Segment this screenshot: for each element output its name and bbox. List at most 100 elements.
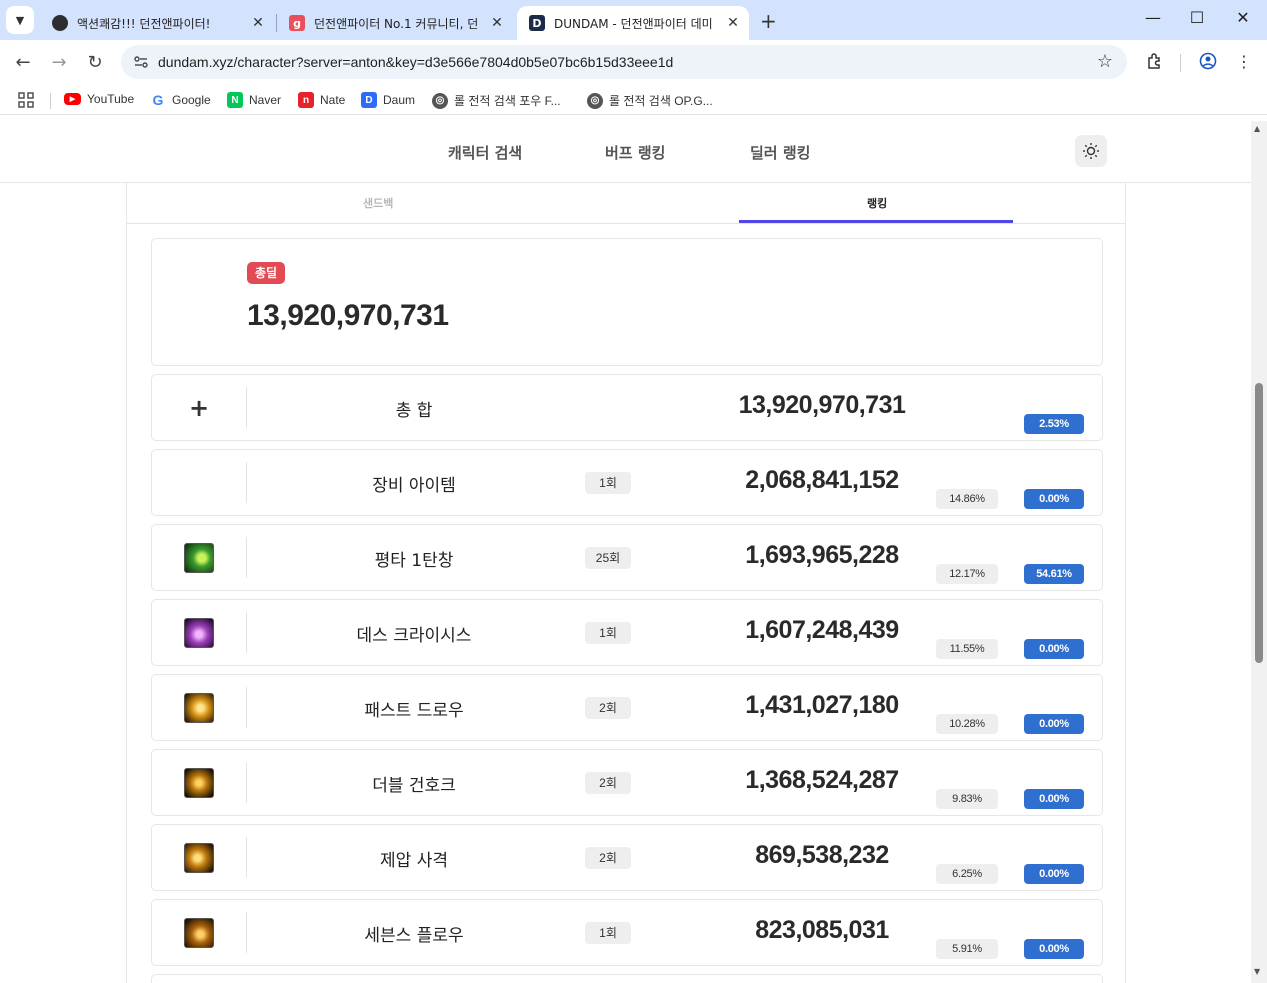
browser-toolbar: ← → ↻ dundam.xyz/character?server=anton&… [0, 40, 1267, 85]
hit-count: 1회 [585, 472, 631, 494]
bookmarks-divider [50, 93, 51, 109]
change-badge: 0.00% [1024, 939, 1084, 959]
minimize-icon[interactable]: — [1141, 8, 1165, 27]
reload-icon[interactable]: ↻ [83, 51, 107, 75]
url-text[interactable]: dundam.xyz/character?server=anton&key=d3… [158, 54, 673, 70]
maximize-icon[interactable]: ☐ [1185, 8, 1209, 27]
dundam-favicon-icon: D [529, 15, 545, 31]
row-divider [246, 912, 247, 953]
tab-title: 액션쾌감!!! 던전앤파이터! [77, 16, 211, 31]
damage-row[interactable]: 제압 사격 2회 869,538,232 6.25% 0.00% [151, 824, 1103, 891]
bookmark-google[interactable]: G Google [150, 92, 211, 108]
row-divider [246, 537, 247, 578]
apps-grid-icon[interactable] [18, 92, 34, 112]
forward-icon[interactable]: → [47, 51, 71, 75]
damage-row-partial[interactable] [151, 974, 1103, 983]
row-divider [246, 612, 247, 653]
nate-icon: n [298, 92, 314, 108]
damage-row[interactable]: 장비 아이템 1회 2,068,841,152 14.86% 0.00% [151, 449, 1103, 516]
damage-row[interactable]: 평타 1탄창 25회 1,693,965,228 12.17% 54.61% [151, 524, 1103, 591]
nav-dealer-ranking[interactable]: 딜러 랭킹 [750, 142, 810, 163]
bookmark-label: 롤 전적 검색 포우 F... [454, 94, 561, 108]
extensions-icon[interactable] [1144, 52, 1166, 74]
google-icon: G [152, 92, 164, 108]
change-badge: 0.00% [1024, 714, 1084, 734]
total-damage-value: 13,920,970,731 [247, 299, 449, 332]
hit-count: 2회 [585, 847, 631, 869]
skill-damage: 1,607,248,439 [745, 616, 899, 644]
row-divider [246, 837, 247, 878]
icon-cell [152, 675, 246, 740]
change-badge: 2.53% [1024, 414, 1084, 434]
skill-damage: 869,538,232 [755, 841, 889, 869]
bookmark-star-icon[interactable]: ☆ [1097, 51, 1113, 72]
site-settings-icon[interactable] [133, 54, 149, 70]
tab-search-button[interactable]: ▼ [6, 6, 34, 34]
tab-dundam[interactable]: D DUNDAM - 던전앤파이터 데미 ✕ [517, 6, 749, 40]
skill-icon-gold [184, 917, 214, 948]
nav-character-search[interactable]: 캐릭터 검색 [448, 142, 522, 163]
more-menu-icon[interactable]: ⋮ [1233, 52, 1255, 74]
skill-icon-gold [184, 767, 214, 798]
window-close-icon[interactable]: ✕ [1231, 8, 1255, 27]
bookmark-opgg[interactable]: ◎ 롤 전적 검색 OP.G... [587, 92, 713, 109]
damage-row[interactable]: 데스 크라이시스 1회 1,607,248,439 11.55% 0.00% [151, 599, 1103, 666]
damage-share: 11.55% [936, 639, 998, 659]
plus-icon[interactable]: + [189, 394, 209, 422]
skill-name: 더블 건호크 [372, 776, 456, 796]
damage-share: 6.25% [936, 864, 998, 884]
daum-icon: D [361, 92, 377, 108]
skill-damage: 1,431,027,180 [745, 691, 899, 719]
bookmark-naver[interactable]: N Naver [227, 92, 281, 108]
theme-toggle-button[interactable] [1075, 135, 1107, 167]
close-icon[interactable]: ✕ [248, 15, 268, 31]
chevron-down-icon: ▼ [15, 13, 25, 27]
tab-dnf-official[interactable]: 액션쾌감!!! 던전앤파이터! ✕ [40, 6, 274, 40]
damage-row-total[interactable]: + 총 합 13,920,970,731 2.53% [151, 374, 1103, 441]
gamemeca-favicon-icon: g [289, 15, 305, 31]
tab-title: DUNDAM - 던전앤파이터 데미 [554, 16, 713, 31]
skill-icon-gold [184, 842, 214, 873]
change-badge: 0.00% [1024, 489, 1084, 509]
tab-title: 던전앤파이터 No.1 커뮤니티, 던 [314, 16, 479, 31]
hit-count: 1회 [585, 922, 631, 944]
bookmark-label: Google [172, 93, 211, 107]
nav-buff-ranking[interactable]: 버프 랭킹 [605, 142, 665, 163]
sun-icon [1083, 143, 1099, 159]
row-divider [246, 462, 247, 503]
expand-cell[interactable]: + [152, 375, 246, 440]
bookmark-daum[interactable]: D Daum [361, 92, 415, 108]
damage-row[interactable]: 패스트 드로우 2회 1,431,027,180 10.28% 0.00% [151, 674, 1103, 741]
tab-dnf-community[interactable]: g 던전앤파이터 No.1 커뮤니티, 던 ✕ [277, 6, 513, 40]
scroll-up-icon[interactable]: ▲ [1254, 124, 1260, 133]
close-icon[interactable]: ✕ [487, 15, 507, 31]
damage-row[interactable]: 더블 건호크 2회 1,368,524,287 9.83% 0.00% [151, 749, 1103, 816]
back-icon[interactable]: ← [11, 51, 35, 75]
skill-name: 총 합 [395, 401, 433, 421]
icon-cell [152, 600, 246, 665]
address-bar[interactable]: dundam.xyz/character?server=anton&key=d3… [121, 45, 1127, 79]
close-icon[interactable]: ✕ [723, 15, 743, 31]
damage-row[interactable]: 세븐스 플로우 1회 823,085,031 5.91% 0.00% [151, 899, 1103, 966]
hit-count: 2회 [585, 697, 631, 719]
globe-icon: ◎ [432, 92, 448, 109]
damage-share: 5.91% [936, 939, 998, 959]
row-divider [246, 387, 247, 428]
tab-sandbag[interactable]: 샌드백 [363, 195, 393, 211]
icon-cell [152, 900, 246, 965]
scrollbar-thumb[interactable] [1255, 383, 1263, 663]
skill-name: 패스트 드로우 [364, 701, 464, 721]
bookmark-nate[interactable]: n Nate [298, 92, 345, 108]
damage-share: 10.28% [936, 714, 998, 734]
damage-share: 14.86% [936, 489, 998, 509]
bookmark-fow[interactable]: ◎ 롤 전적 검색 포우 F... [432, 92, 561, 109]
profile-icon[interactable] [1197, 52, 1219, 74]
new-tab-button[interactable]: + [760, 9, 777, 33]
page-scrollbar[interactable]: ▲ ▼ [1251, 121, 1267, 983]
skill-icon-gold [184, 692, 214, 723]
scroll-down-icon[interactable]: ▼ [1254, 967, 1260, 976]
bookmark-youtube[interactable]: ▶ YouTube [64, 92, 134, 106]
tab-ranking[interactable]: 랭킹 [867, 195, 887, 211]
globe-icon: ◎ [587, 92, 603, 109]
skill-name: 세븐스 플로우 [364, 926, 464, 946]
